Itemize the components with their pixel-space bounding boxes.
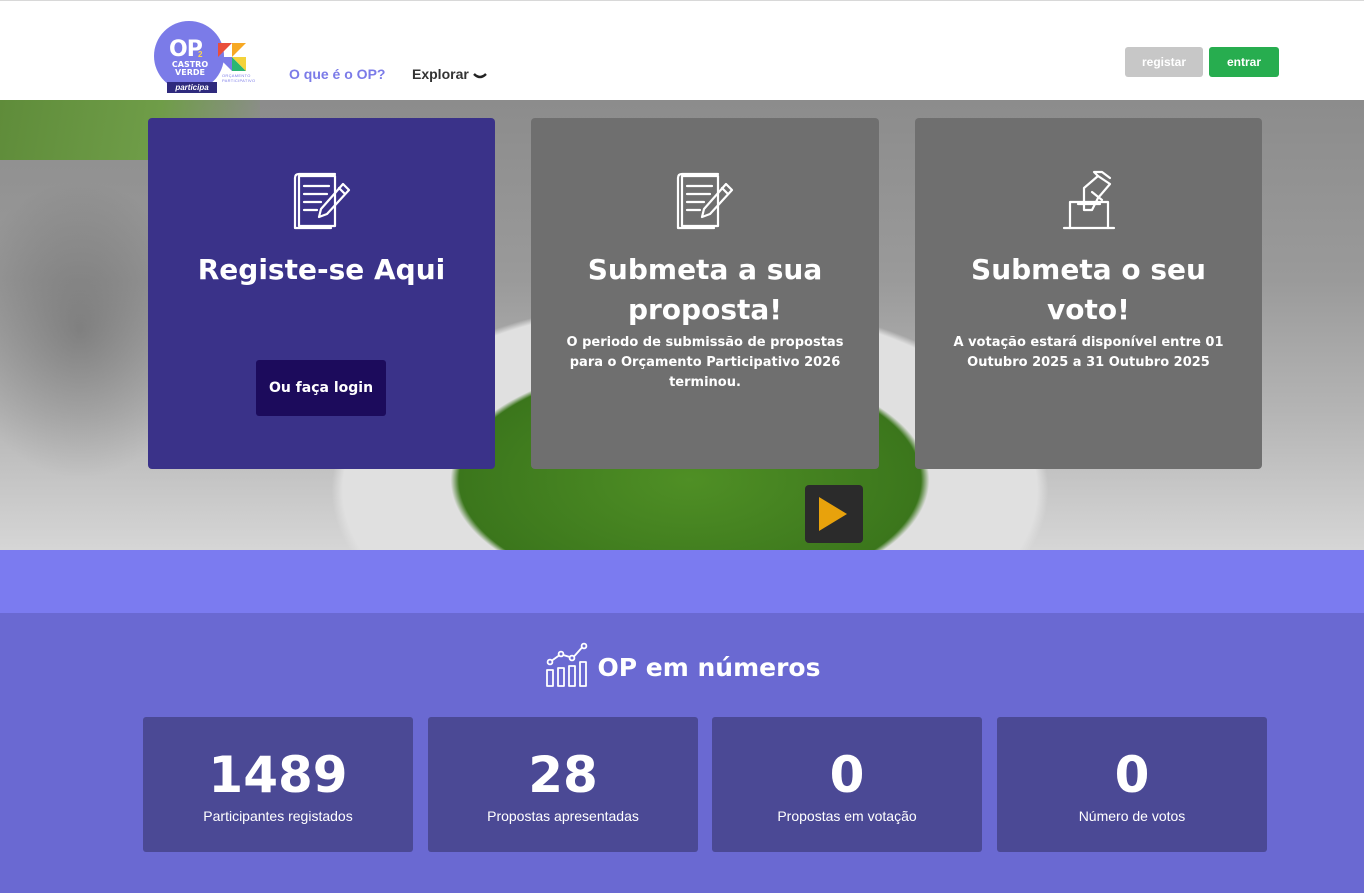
logo-op-superscript: 2 xyxy=(198,50,203,59)
stat-value: 28 xyxy=(528,746,598,804)
stat-label: Participantes registados xyxy=(203,808,353,824)
stats-heading: OP em números xyxy=(0,641,1364,694)
section-divider-band xyxy=(0,550,1364,613)
logo-triangles-icon xyxy=(218,43,246,71)
logo-op-text: OP xyxy=(169,37,203,62)
stat-label: Propostas apresentadas xyxy=(487,808,639,824)
stats-title: OP em números xyxy=(597,653,821,682)
road-chevron-sign xyxy=(805,485,863,543)
stat-value: 1489 xyxy=(208,746,348,804)
document-pencil-icon xyxy=(293,172,350,230)
nav-explore[interactable]: Explorar xyxy=(412,66,487,82)
submit-proposal-title: Submeta a sua proposta! xyxy=(587,253,823,326)
site-header: OP 2 CASTRO VERDE participa ORÇAMENTO PA… xyxy=(0,0,1364,100)
register-card: Registe-se Aqui Ou faça login xyxy=(148,118,495,469)
stat-value: 0 xyxy=(1114,746,1150,804)
nav-what-is-op[interactable]: O que é o OP? xyxy=(289,66,385,82)
submit-proposal-text: O periodo de submissão de propostas para… xyxy=(566,335,844,390)
logo-participa-label: participa xyxy=(167,82,217,93)
castro-verde-op-logo[interactable]: OP 2 CASTRO VERDE participa ORÇAMENTO PA… xyxy=(154,21,264,93)
logo-subtitle: ORÇAMENTO PARTICIPATIVO xyxy=(222,73,256,83)
stats-section: OP em números 1489 Participantes regista… xyxy=(0,613,1364,893)
stat-value: 0 xyxy=(829,746,865,804)
stat-card-votes: 0 Número de votos xyxy=(997,717,1267,852)
ballot-box-icon xyxy=(1062,170,1115,230)
register-card-title: Registe-se Aqui xyxy=(197,253,446,286)
chart-growth-icon xyxy=(545,642,587,687)
submit-vote-title: Submeta o seu voto! xyxy=(971,253,1206,326)
submit-vote-card: Submeta o seu voto! A votação estará dis… xyxy=(915,118,1262,469)
stat-card-proposals: 28 Propostas apresentadas xyxy=(428,717,698,852)
submit-proposal-card: Submeta a sua proposta! O periodo de sub… xyxy=(531,118,879,469)
stat-card-proposals-voting: 0 Propostas em votação xyxy=(712,717,982,852)
stat-card-participants: 1489 Participantes registados xyxy=(143,717,413,852)
login-cta-button[interactable]: Ou faça login xyxy=(256,360,386,416)
register-button[interactable]: registar xyxy=(1125,47,1203,77)
stat-label: Número de votos xyxy=(1078,808,1186,824)
nav-explore-label: Explorar xyxy=(412,66,469,82)
document-pencil-icon xyxy=(676,172,734,230)
logo-town-name: CASTRO VERDE xyxy=(171,60,209,77)
stat-label: Propostas em votação xyxy=(777,808,917,824)
login-button[interactable]: entrar xyxy=(1209,47,1279,77)
chevron-down-icon xyxy=(472,73,487,79)
submit-vote-text: A votação estará disponível entre 01 Out… xyxy=(953,335,1224,370)
